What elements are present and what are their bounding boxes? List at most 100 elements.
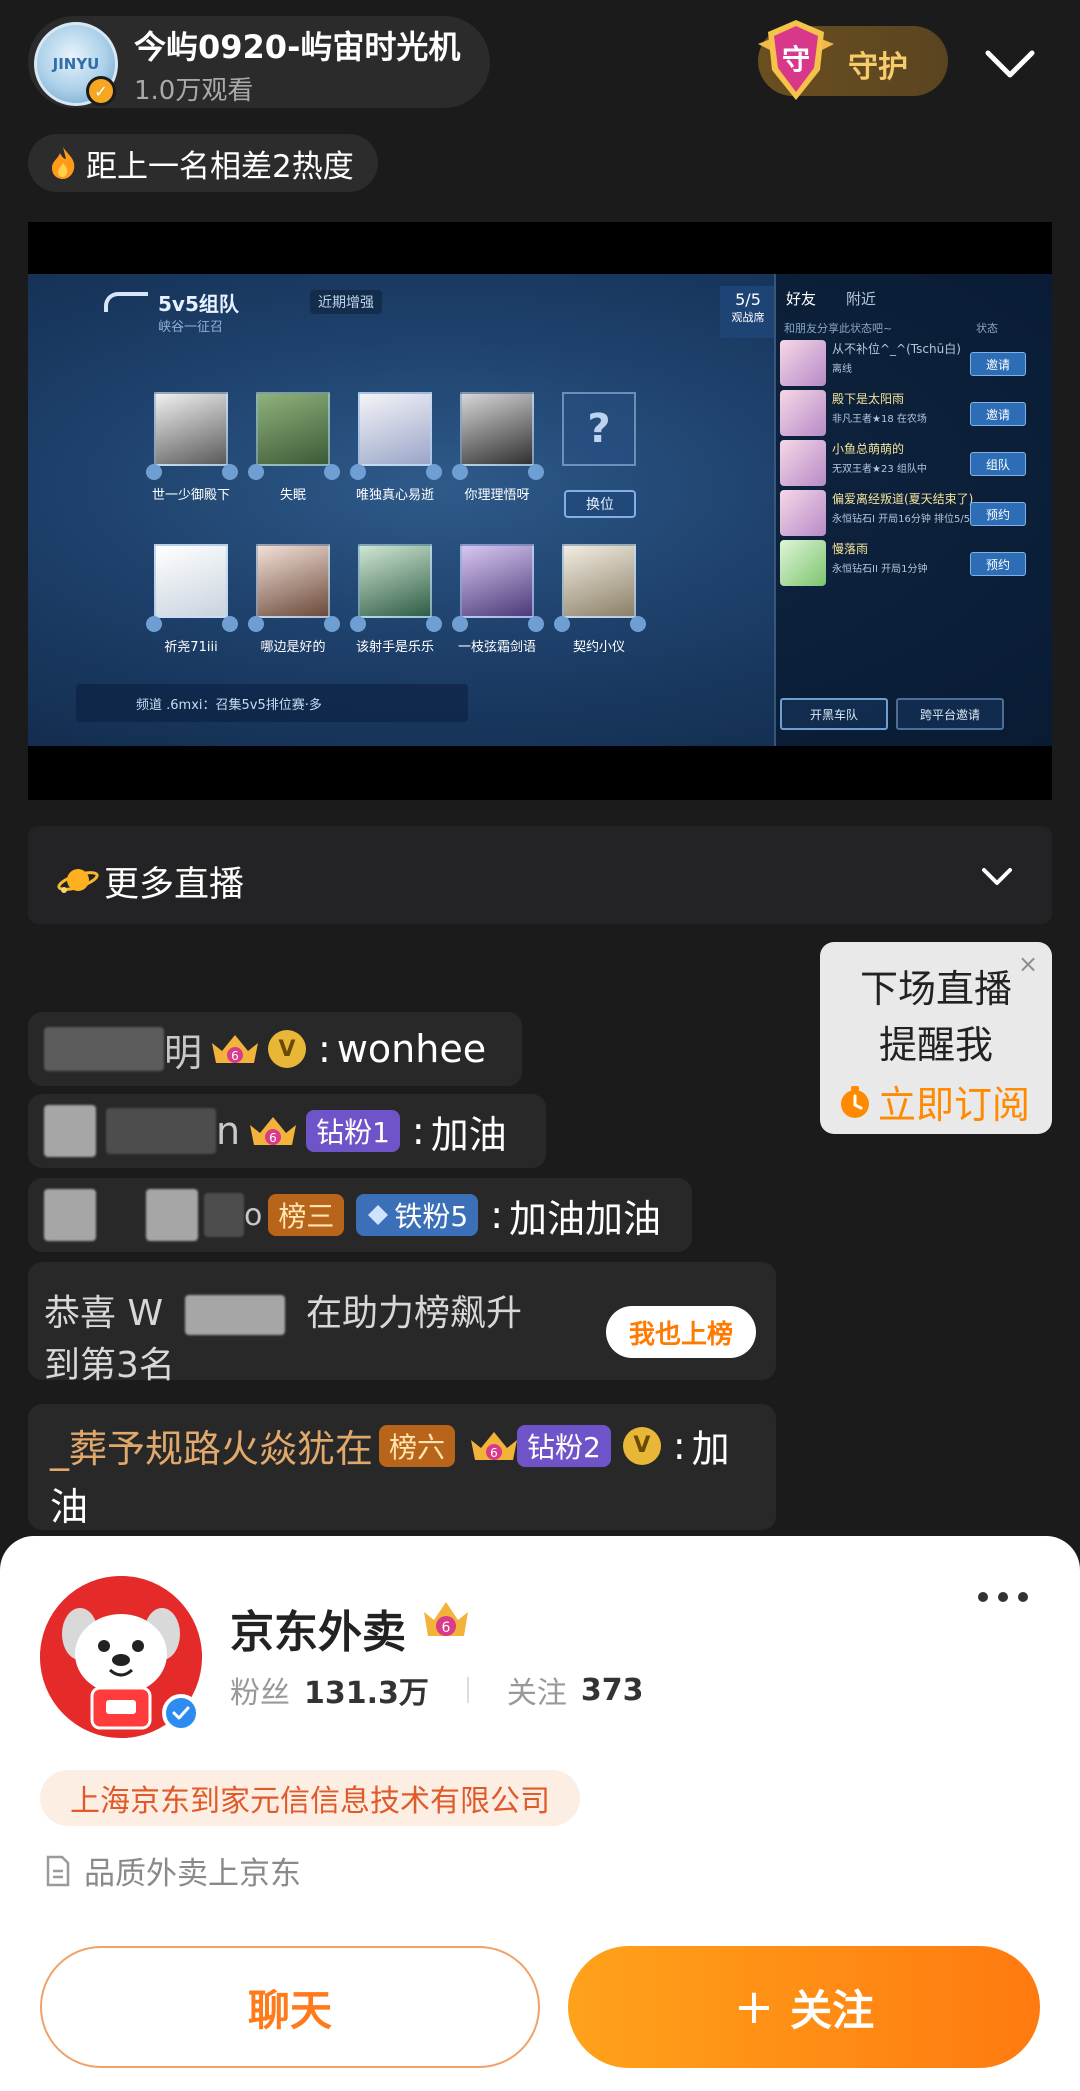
collapse-button[interactable]: [982, 36, 1038, 92]
username-tail: n: [216, 1109, 241, 1153]
friend-row: 偏爱离经叛道(夏天结束了) 永恒钻石I 开局16分钟 排位5/5 预约: [780, 486, 1048, 542]
slot-role-icons: [146, 616, 238, 634]
friend-row: 慢落雨 永恒钻石II 开局1分钟 预约: [780, 536, 1048, 592]
guard-shield-icon: 守: [758, 20, 834, 100]
username-tail: 明: [164, 1030, 203, 1075]
chevron-down-icon: [982, 868, 1012, 885]
rank-badge: 榜三: [268, 1194, 345, 1236]
player-slot: [562, 544, 636, 618]
friends-tab: 好友: [786, 290, 817, 308]
blurred-username: [204, 1193, 244, 1237]
guard-label: 守护: [848, 50, 908, 85]
friend-name: 偏爱离经叛道(夏天结束了): [832, 492, 974, 506]
following-label: 关注: [506, 1676, 567, 1711]
friend-avatar: [780, 440, 826, 486]
player-slot: [154, 544, 228, 618]
player-name: 该射手是乐乐: [355, 640, 434, 655]
slot-role-icons: [146, 464, 238, 482]
follow-button-label: 关注: [790, 1985, 875, 2035]
player-slot: [256, 392, 330, 466]
friend-action: 预约: [970, 502, 1026, 526]
status-label: 状态: [976, 322, 998, 335]
player-slot: [358, 544, 432, 618]
player-slot: [460, 544, 534, 618]
blurred-username: [146, 1189, 198, 1241]
avatar-logo-text: JINYU: [52, 55, 100, 73]
viewer-count: 1.0万观看: [134, 76, 254, 106]
spectator-count: 5/5: [735, 290, 761, 309]
friend-name: 慢落雨: [832, 542, 869, 556]
live-video-player[interactable]: 5v5组队 峡谷一征召 近期增强 ? 世一少御殿下 失眠 唯独真心易逝 你理理悟…: [28, 222, 1052, 800]
chat-message[interactable]: o 榜三 铁粉5 : 加油加油: [28, 1178, 692, 1252]
friend-status: 永恒钻石II 开局1分钟: [832, 564, 928, 575]
blurred-username: [44, 1105, 96, 1157]
follow-button[interactable]: + 关注: [568, 1946, 1040, 2068]
friend-row: 殿下是太阳雨 非凡王者★18 在农场 邀请: [780, 386, 1048, 442]
friend-action: 邀请: [970, 402, 1026, 426]
mode-tag: 近期增强: [310, 290, 382, 314]
planet-icon: [57, 869, 99, 893]
spectator-label: 观战席: [731, 311, 765, 324]
guard-shield-char: 守: [782, 43, 810, 76]
rank-up-suffix: 在助力榜飙升: [305, 1293, 522, 1334]
chat-text: 加油加油: [509, 1196, 662, 1241]
friend-status: 永恒钻石I 开局16分钟 排位5/5: [832, 514, 971, 525]
flame-icon: [52, 147, 75, 179]
chat-message[interactable]: n 6 钻粉1 : 加油: [28, 1094, 546, 1168]
profile-description-text: 品质外卖上京东: [84, 1856, 301, 1892]
subscribe-now-button[interactable]: 立即订阅: [838, 1074, 1030, 1129]
crown-level-icon: 6: [208, 1029, 262, 1069]
player-name: 哪边是好的: [260, 640, 326, 655]
chat-message[interactable]: 明 6 V : wonhee: [28, 1012, 522, 1086]
rank-badge: 榜六: [379, 1424, 456, 1467]
join-ranking-button[interactable]: 我也上榜: [606, 1306, 756, 1358]
team-mode-title: 5v5组队: [158, 292, 239, 316]
rank-gap-text: 距上一名相差2热度: [86, 148, 354, 185]
chat-text-part2: 油: [50, 1485, 89, 1529]
spectator-counter: 5/5 观战席: [720, 286, 776, 338]
chevron-down-icon: [985, 50, 1035, 78]
chat-text: wonhee: [336, 1027, 487, 1071]
username-tail: o: [244, 1197, 263, 1233]
crown-level-number: 6: [269, 1131, 277, 1145]
blurred-username: [44, 1027, 164, 1071]
team-car-button: 开黑车队: [780, 698, 888, 730]
player-name: 契约小仪: [572, 640, 625, 655]
slot-role-icons: [452, 464, 544, 482]
fan-badge: 铁粉5: [356, 1194, 479, 1236]
channel-hint-bar: 频道 .6mxi：召集5v5排位赛·多: [76, 684, 468, 722]
rank-gap-notice[interactable]: 距上一名相差2热度: [28, 134, 378, 192]
player-slot: [154, 392, 228, 466]
friend-avatar: [780, 490, 826, 536]
player-slot: [358, 392, 432, 466]
friend-name: 从不补位^_^(Tschū白): [832, 342, 961, 356]
crown-level-number: 6: [442, 1620, 451, 1636]
team-mode-sub: 峡谷一征召: [158, 320, 224, 335]
friend-action: 预约: [970, 552, 1026, 576]
friend-row: 小鱼总萌萌的 无双王者★23 组队中 组队: [780, 436, 1048, 492]
friend-avatar: [780, 390, 826, 436]
company-tag: 上海京东到家元信信息技术有限公司: [40, 1770, 580, 1826]
player-slot: [256, 544, 330, 618]
slot-role-icons: [248, 464, 340, 482]
crown-level-number: 6: [490, 1446, 498, 1460]
player-name: 一枝弦霜剑语: [457, 640, 536, 655]
friends-panel: 好友 附近 和朋友分享此状态吧~ 状态 从不补位^_^(Tschū白) 离线 邀…: [774, 274, 1052, 746]
more-options-icon[interactable]: [978, 1592, 1028, 1602]
empty-player-slot: ?: [562, 392, 636, 466]
player-name: 祈尧71iii: [164, 640, 218, 655]
fan-badge: 钻粉1: [306, 1110, 400, 1152]
friend-status: 非凡王者★18 在农场: [832, 414, 927, 425]
friend-action: 邀请: [970, 352, 1026, 376]
v-badge-icon: V: [622, 1426, 661, 1465]
slot-role-icons: [350, 616, 442, 634]
reminder-line1: 下场直播: [859, 967, 1012, 1011]
fan-badge-text: 铁粉5: [394, 1200, 469, 1233]
chat-button[interactable]: 聊天: [40, 1946, 540, 2068]
profile-name: 京东外卖: [230, 1607, 406, 1658]
friend-row: 从不补位^_^(Tschū白) 离线 邀请: [780, 336, 1048, 392]
player-name: 你理理悟呀: [464, 488, 530, 503]
friend-action: 组队: [970, 452, 1026, 476]
rank-up-line2: 到第3名: [44, 1345, 175, 1386]
player-name: 失眠: [279, 488, 306, 503]
